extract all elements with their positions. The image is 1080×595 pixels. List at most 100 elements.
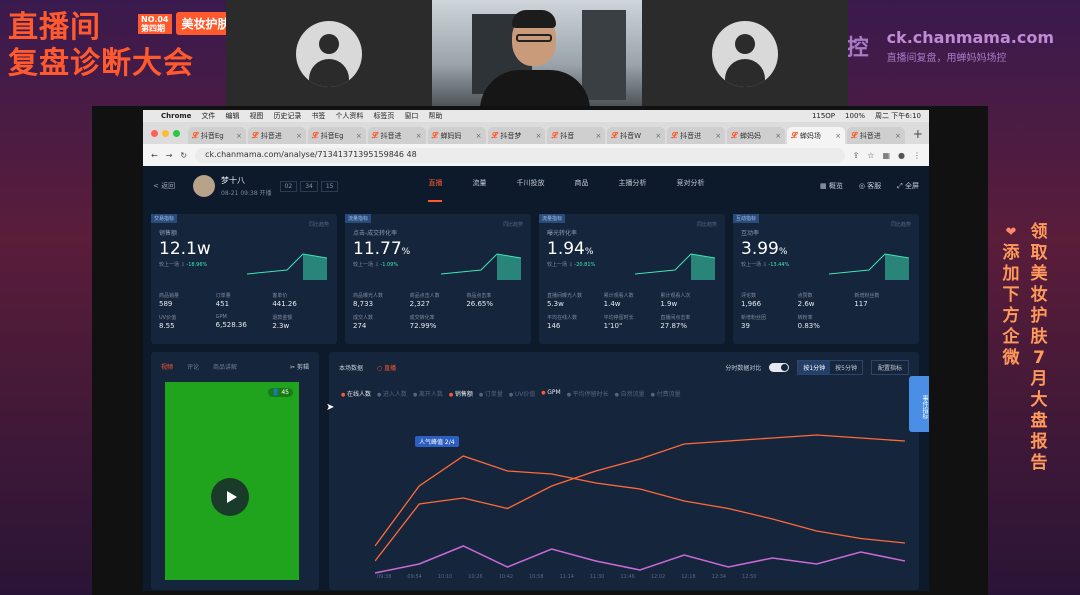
tab-qianchuan[interactable]: 千川投放 xyxy=(516,178,544,194)
stat-label: 客单价 xyxy=(272,293,288,299)
tab-product-explain[interactable]: 商品讲解 xyxy=(213,362,237,371)
new-tab-icon[interactable]: + xyxy=(907,127,929,144)
close-tab-icon[interactable]: × xyxy=(835,132,841,140)
overview-button[interactable]: ▦ 概览 xyxy=(820,181,843,191)
extension-icon[interactable]: ▦ xyxy=(882,151,890,160)
close-tab-icon[interactable]: × xyxy=(296,132,302,140)
close-tab-icon[interactable]: × xyxy=(416,132,422,140)
browser-tab[interactable]: 𝓛 抖音 × xyxy=(547,127,606,144)
tab-anchor-analysis[interactable]: 主播分析 xyxy=(618,178,646,194)
participant-tile-1[interactable] xyxy=(226,0,432,108)
metric-chip[interactable]: 在线人数 xyxy=(341,389,371,398)
metric-chip[interactable]: GPM xyxy=(541,389,560,398)
menu-item[interactable]: 历史记录 xyxy=(273,111,301,121)
browser-tab[interactable]: 𝓛 蝉妈妈 × xyxy=(427,127,486,144)
more-menu-icon[interactable]: ⋮ xyxy=(913,151,921,160)
stat-value: 274 xyxy=(353,322,367,330)
metric-chip[interactable]: UV价值 xyxy=(509,389,536,398)
tab-products[interactable]: 商品 xyxy=(574,178,588,194)
browser-tab[interactable]: 𝓛 蝉妈妈 × xyxy=(727,127,786,144)
browser-tab[interactable]: 𝓛 抖音Eg × xyxy=(307,127,366,144)
metric-chip[interactable]: 销售额 xyxy=(449,389,473,398)
browser-tab-active[interactable]: 𝓛 蝉妈场 × xyxy=(787,127,845,144)
close-tab-icon[interactable]: × xyxy=(775,132,781,140)
duration-hours: 02 xyxy=(279,180,298,192)
close-tab-icon[interactable]: × xyxy=(236,132,242,140)
metric-chip[interactable]: 离开人数 xyxy=(413,389,443,398)
browser-tab[interactable]: 𝓛 抖音梦 × xyxy=(487,127,546,144)
metric-chip[interactable]: 自然流量 xyxy=(615,389,645,398)
share-icon[interactable]: ⇪ xyxy=(853,151,860,160)
browser-tab[interactable]: 𝓛 抖音进 × xyxy=(367,127,426,144)
stat-label: 订单量 xyxy=(215,293,231,299)
browser-tab[interactable]: 𝓛 抖音进 × xyxy=(247,127,306,144)
back-arrow-icon[interactable]: ← xyxy=(151,151,158,160)
browser-tab[interactable]: 𝓛 抖音进 × xyxy=(667,127,726,144)
menu-item[interactable]: 标签页 xyxy=(373,111,394,121)
fullscreen-button[interactable]: ⤢ 全屏 xyxy=(897,181,919,191)
top-actions: ▦ 概览 ◎ 客服 ⤢ 全屏 xyxy=(820,181,919,191)
stat-value: 8,733 xyxy=(353,300,374,308)
menu-item[interactable]: 书签 xyxy=(311,111,325,121)
metric-cards: 交易指标 同比趋势 销售额 12.1w 较上一场 ⇩ -18.96% 商品销量 5… xyxy=(143,206,929,344)
card-stats: 直播间曝光人数 5.3w 累计观看人数 1.4w 累计观看人次 1.9w 平均在线人数 146… xyxy=(547,292,717,330)
stat-item: 退款金额 2.3w xyxy=(272,314,329,330)
stat-label: 商品点击人数 xyxy=(409,293,440,299)
live-video-player[interactable]: 👤 45 xyxy=(165,382,299,580)
close-tab-icon[interactable]: × xyxy=(655,132,661,140)
tab-traffic[interactable]: 流量 xyxy=(472,178,486,194)
anchor-avatar xyxy=(193,175,215,197)
clip-button[interactable]: ✂ 剪辑 xyxy=(290,362,309,371)
browser-tab[interactable]: 𝓛 抖音W × xyxy=(607,127,666,144)
tab-competitor-analysis[interactable]: 竞对分析 xyxy=(676,178,704,194)
close-tab-icon[interactable]: × xyxy=(595,132,601,140)
close-window-icon[interactable] xyxy=(151,130,158,137)
close-tab-icon[interactable]: × xyxy=(536,132,542,140)
metric-chip[interactable]: 付费流量 xyxy=(651,389,681,398)
menu-item[interactable]: 帮助 xyxy=(428,111,442,121)
participant-tile-3[interactable] xyxy=(642,0,848,108)
menu-item[interactable]: 编辑 xyxy=(225,111,239,121)
url-input[interactable]: ck.chanmama.com/analyse/7134137139515984… xyxy=(195,147,845,163)
metric-chip[interactable]: 进入人数 xyxy=(377,389,407,398)
profile-icon[interactable]: ● xyxy=(898,151,905,160)
close-tab-icon[interactable]: × xyxy=(715,132,721,140)
interval-1min[interactable]: 按1分钟 xyxy=(798,361,831,374)
address-bar: ← → ↻ ck.chanmama.com/analyse/7134137139… xyxy=(143,144,929,166)
menu-item[interactable]: Chrome xyxy=(161,112,191,120)
bookmark-star-icon[interactable]: ☆ xyxy=(867,151,874,160)
stat-label: 成交转化率 xyxy=(409,315,435,321)
minimize-window-icon[interactable] xyxy=(162,130,169,137)
main-nav-tabs: 直播 流量 千川投放 商品 主播分析 竞对分析 xyxy=(428,178,704,202)
close-tab-icon[interactable]: × xyxy=(895,132,901,140)
close-tab-icon[interactable]: × xyxy=(356,132,362,140)
event-metrics-tab[interactable]: 事件指标 xyxy=(909,376,929,432)
close-tab-icon[interactable]: × xyxy=(476,132,482,140)
stat-item: 平均停留时长 1'10" xyxy=(604,314,661,330)
compare-toggle[interactable] xyxy=(769,363,790,372)
play-icon[interactable] xyxy=(211,478,249,516)
menu-item[interactable]: 文件 xyxy=(201,111,215,121)
x-tick-label: 10:58 xyxy=(529,574,544,580)
stat-value: 1.4w xyxy=(603,300,621,308)
browser-tab[interactable]: 𝓛 抖音进 × xyxy=(846,127,905,144)
reload-icon[interactable]: ↻ xyxy=(180,151,187,160)
menu-item[interactable]: 个人资料 xyxy=(335,111,363,121)
menu-item[interactable]: 视图 xyxy=(249,111,263,121)
metric-chip[interactable]: 订单量 xyxy=(479,389,503,398)
duration-seconds: 15 xyxy=(320,180,339,192)
tab-video[interactable]: 视频 xyxy=(161,362,173,371)
maximize-window-icon[interactable] xyxy=(173,130,180,137)
participant-tile-speaker[interactable] xyxy=(432,0,642,108)
live-tag[interactable]: ○ 直播 xyxy=(377,363,396,372)
menu-item[interactable]: 窗口 xyxy=(404,111,418,121)
forward-arrow-icon[interactable]: → xyxy=(166,151,173,160)
config-metrics-button[interactable]: 配置指标 xyxy=(870,360,909,375)
back-link[interactable]: < 返回 xyxy=(153,181,193,191)
tab-comments[interactable]: 评论 xyxy=(187,362,199,371)
interval-5min[interactable]: 按5分钟 xyxy=(830,361,862,374)
browser-tab[interactable]: 𝓛 抖音Eg × xyxy=(188,127,246,144)
metric-chip[interactable]: 平均停留时长 xyxy=(567,389,609,398)
service-button[interactable]: ◎ 客服 xyxy=(859,181,881,191)
tab-live[interactable]: 直播 xyxy=(428,178,443,202)
